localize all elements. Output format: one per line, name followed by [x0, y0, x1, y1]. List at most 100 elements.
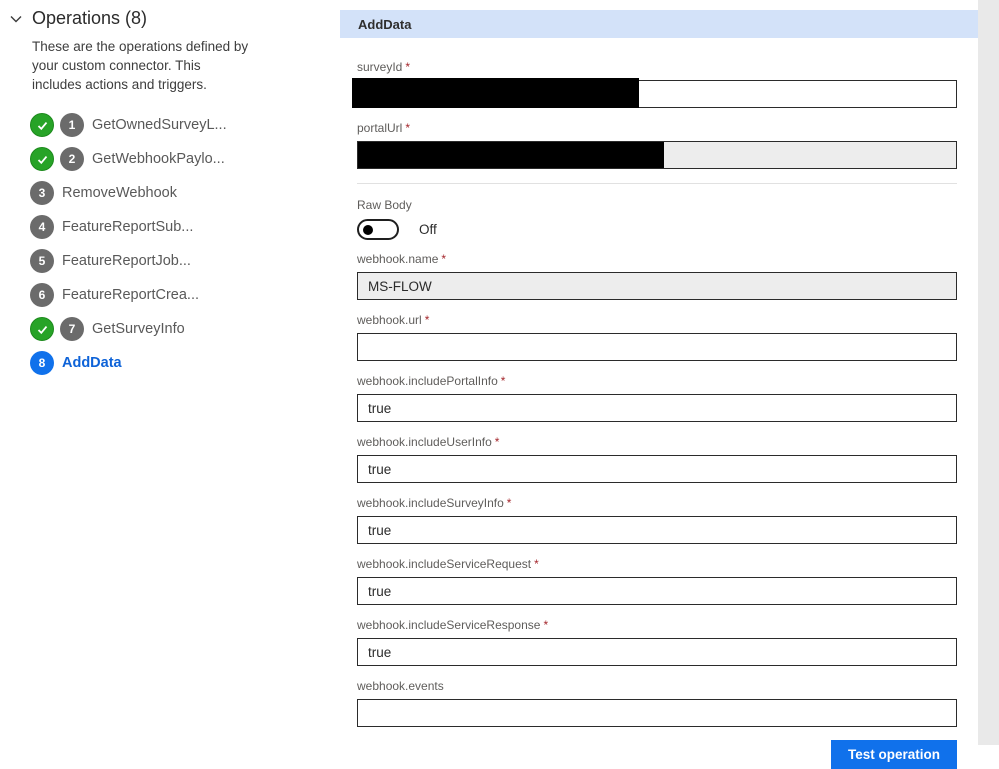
operations-title: Operations (8) [32, 8, 147, 29]
test-operation-button[interactable]: Test operation [831, 740, 957, 769]
test-operation-panel: AddData surveyId* portalUrl* R [340, 10, 978, 769]
field-label: portalUrl* [357, 121, 957, 135]
section-divider [357, 183, 957, 184]
required-mark: * [495, 435, 500, 449]
field-label-text: webhook.includeServiceResponse [357, 618, 540, 632]
input-wrapper [357, 141, 957, 169]
field-label: webhook.includeServiceRequest* [357, 557, 957, 571]
operations-sidebar: Operations (8) These are the operations … [8, 8, 334, 380]
required-mark: * [534, 557, 539, 571]
operation-item-featurereportjob[interactable]: 5 FeatureReportJob... [30, 244, 334, 278]
check-icon [30, 147, 54, 171]
input-wrapper [357, 577, 957, 605]
operation-item-removewebhook[interactable]: 3 RemoveWebhook [30, 176, 334, 210]
button-row: Test operation [357, 740, 957, 769]
input-wrapper [357, 80, 957, 108]
operations-list: 1 GetOwnedSurveyL... 2 GetWebhookPaylo..… [30, 108, 334, 380]
webhook-includeuserinfo-input[interactable] [357, 455, 957, 483]
field-webhook-includeserviceresponse: webhook.includeServiceResponse* [357, 618, 957, 666]
field-webhook-includeservicerequest: webhook.includeServiceRequest* [357, 557, 957, 605]
field-webhook-events: webhook.events [357, 679, 957, 727]
operation-item-featurereportsub[interactable]: 4 FeatureReportSub... [30, 210, 334, 244]
input-wrapper [357, 699, 957, 727]
operations-description: These are the operations defined by your… [32, 37, 252, 94]
operation-number-badge: 3 [30, 181, 54, 205]
webhook-url-input[interactable] [357, 333, 957, 361]
field-label: surveyId* [357, 60, 957, 74]
input-wrapper [357, 333, 957, 361]
field-label: webhook.name* [357, 252, 957, 266]
panel-header-bar: AddData [340, 10, 978, 38]
field-webhook-includeuserinfo: webhook.includeUserInfo* [357, 435, 957, 483]
operation-number-badge: 2 [60, 147, 84, 171]
operation-label: FeatureReportJob... [62, 253, 191, 269]
operation-number-badge: 6 [30, 283, 54, 307]
field-label-text: webhook.url [357, 313, 422, 327]
required-mark: * [405, 121, 410, 135]
field-label-text: surveyId [357, 60, 402, 74]
required-mark: * [501, 374, 506, 388]
chevron-down-icon[interactable] [8, 11, 24, 27]
field-surveyid: surveyId* [357, 60, 957, 108]
panel-title: AddData [358, 17, 411, 32]
field-label-text: webhook.includeUserInfo [357, 435, 492, 449]
operation-label: GetOwnedSurveyL... [92, 117, 227, 133]
check-icon [30, 113, 54, 137]
page-gutter [978, 0, 999, 745]
field-label: webhook.includePortalInfo* [357, 374, 957, 388]
webhook-includeservicerequest-input[interactable] [357, 577, 957, 605]
operation-item-featurereportcrea[interactable]: 6 FeatureReportCrea... [30, 278, 334, 312]
field-webhook-name: webhook.name* [357, 252, 957, 300]
field-portalurl: portalUrl* [357, 121, 957, 169]
field-label: webhook.includeUserInfo* [357, 435, 957, 449]
operation-item-getwebhookpaylo[interactable]: 2 GetWebhookPaylo... [30, 142, 334, 176]
webhook-events-input[interactable] [357, 699, 957, 727]
operation-item-getownedsurveyl[interactable]: 1 GetOwnedSurveyL... [30, 108, 334, 142]
field-label-text: webhook.includeSurveyInfo [357, 496, 504, 510]
field-label-text: portalUrl [357, 121, 402, 135]
operation-number-badge: 4 [30, 215, 54, 239]
input-wrapper [357, 455, 957, 483]
input-wrapper [357, 394, 957, 422]
field-label: webhook.url* [357, 313, 957, 327]
field-label-text: webhook.includeServiceRequest [357, 557, 531, 571]
required-mark: * [507, 496, 512, 510]
webhook-name-input[interactable] [357, 272, 957, 300]
raw-body-label: Raw Body [357, 198, 957, 212]
toggle-knob [363, 225, 373, 235]
required-mark: * [543, 618, 548, 632]
field-webhook-includeportalinfo: webhook.includePortalInfo* [357, 374, 957, 422]
redaction-box [358, 142, 664, 168]
check-icon [30, 317, 54, 341]
operation-label: GetWebhookPaylo... [92, 151, 225, 167]
operation-label: AddData [62, 355, 122, 371]
toggle-state-label: Off [419, 222, 437, 237]
operation-item-adddata[interactable]: 8 AddData [30, 346, 334, 380]
input-wrapper [357, 638, 957, 666]
redaction-box [352, 78, 639, 108]
webhook-includeserviceresponse-input[interactable] [357, 638, 957, 666]
field-raw-body: Raw Body Off [357, 198, 957, 240]
field-label-text: webhook.name [357, 252, 438, 266]
required-mark: * [425, 313, 430, 327]
raw-body-toggle[interactable] [357, 219, 399, 240]
operation-item-getsurveyinfo[interactable]: 7 GetSurveyInfo [30, 312, 334, 346]
webhook-includeportalinfo-input[interactable] [357, 394, 957, 422]
operation-label: GetSurveyInfo [92, 321, 185, 337]
webhook-includesurveyinfo-input[interactable] [357, 516, 957, 544]
operations-header[interactable]: Operations (8) [8, 8, 334, 29]
operation-number-badge: 8 [30, 351, 54, 375]
field-label: webhook.includeSurveyInfo* [357, 496, 957, 510]
field-label: webhook.events [357, 679, 957, 693]
field-webhook-url: webhook.url* [357, 313, 957, 361]
operation-number-badge: 7 [60, 317, 84, 341]
raw-body-toggle-row: Off [357, 219, 957, 240]
operation-number-badge: 1 [60, 113, 84, 137]
panel-body: surveyId* portalUrl* Raw Body [340, 38, 978, 769]
field-webhook-includesurveyinfo: webhook.includeSurveyInfo* [357, 496, 957, 544]
operation-label: FeatureReportCrea... [62, 287, 199, 303]
operation-label: RemoveWebhook [62, 185, 177, 201]
input-wrapper [357, 516, 957, 544]
required-mark: * [441, 252, 446, 266]
field-label-text: webhook.includePortalInfo [357, 374, 498, 388]
